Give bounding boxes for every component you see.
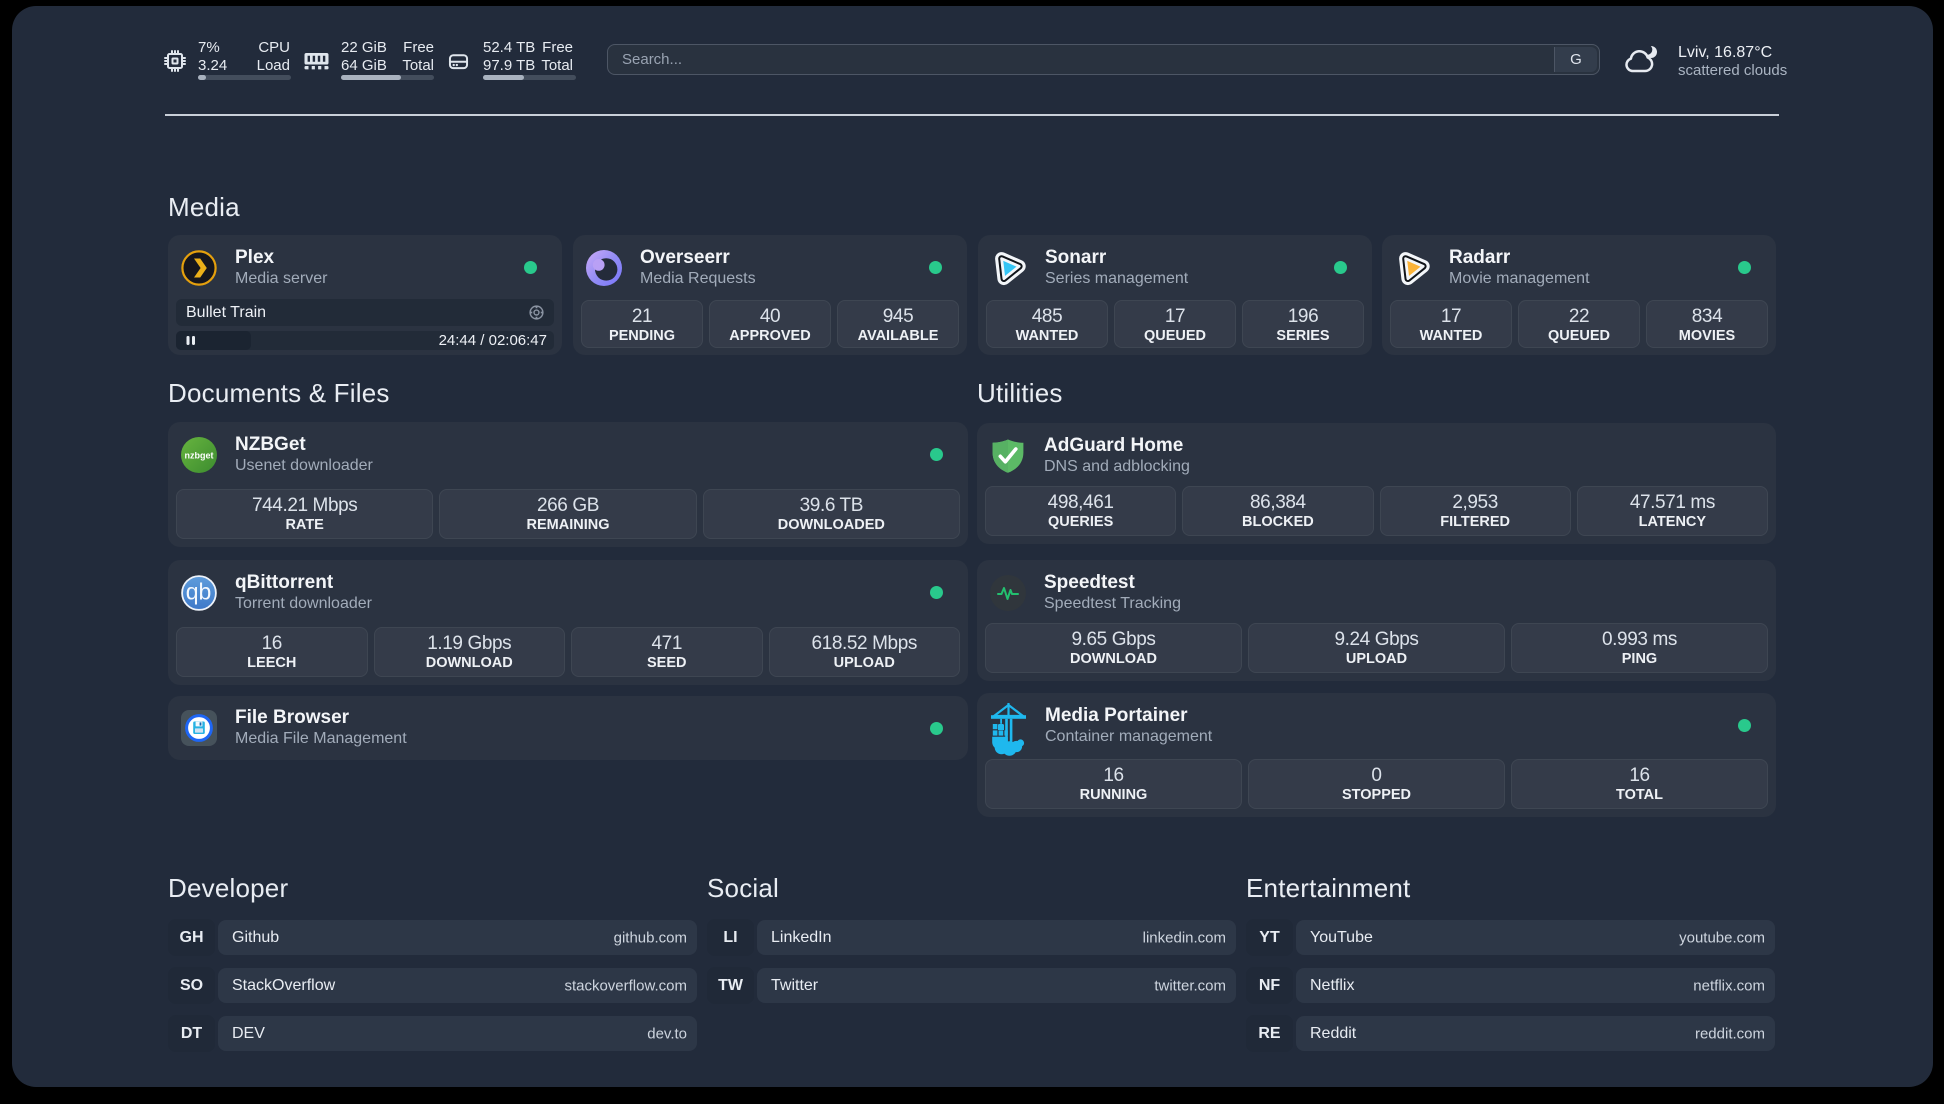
svg-text:nzbget: nzbget (185, 451, 214, 461)
svg-text:qb: qb (186, 579, 212, 605)
